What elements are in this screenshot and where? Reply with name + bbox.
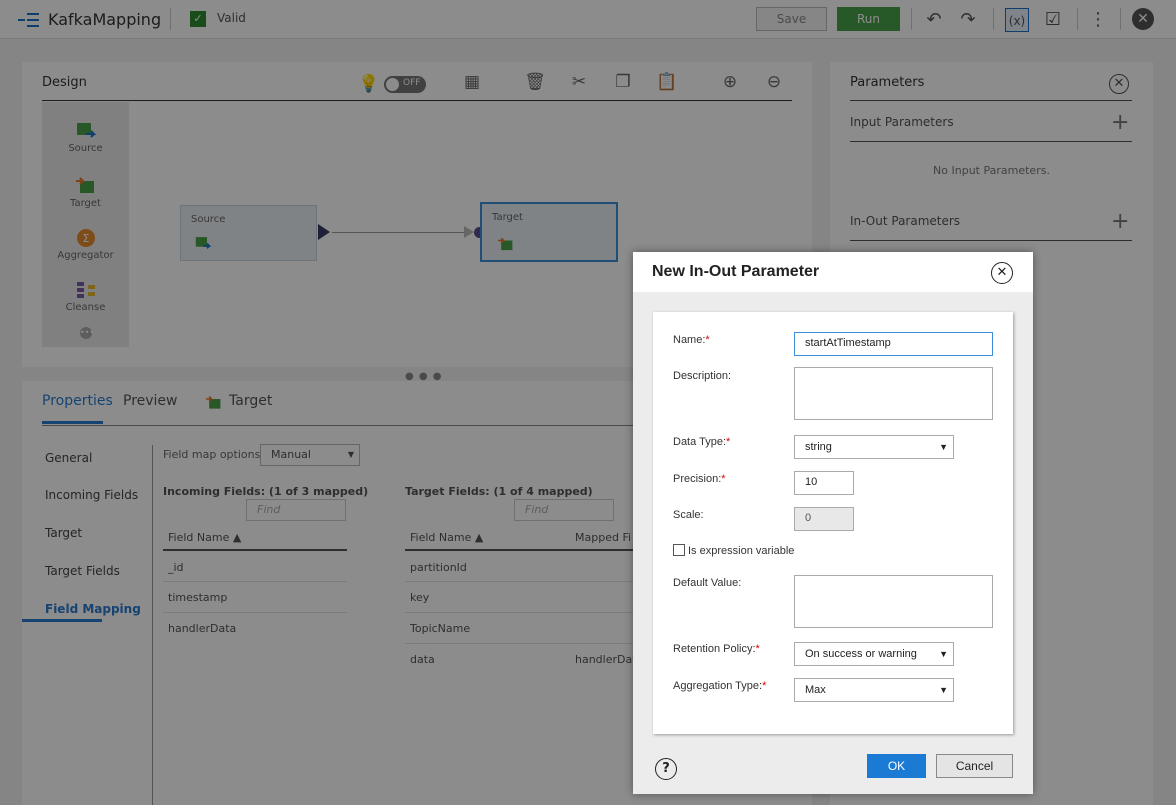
chevron-down-icon: ▼ [939, 649, 948, 659]
data-type-label: Data Type:* [673, 436, 731, 448]
data-type-select[interactable]: string ▼ [794, 435, 954, 459]
close-icon[interactable]: ✕ [991, 262, 1013, 284]
description-label: Description: [673, 370, 732, 382]
chevron-down-icon: ▼ [939, 442, 948, 452]
retention-policy-label: Retention Policy:* [673, 643, 760, 655]
required-mark: * [721, 473, 726, 485]
default-value-label: Default Value: [673, 577, 742, 589]
select-value: On success or warning [805, 648, 917, 660]
name-input[interactable]: startAtTimestamp [794, 332, 993, 356]
required-mark: * [755, 643, 760, 655]
description-textarea[interactable] [794, 367, 993, 420]
expression-variable-checkbox[interactable] [673, 544, 685, 556]
default-value-textarea[interactable] [794, 575, 993, 628]
parameter-form: Name:* startAtTimestamp Description: Dat… [653, 312, 1013, 734]
scale-input: 0 [794, 507, 854, 531]
cancel-button[interactable]: Cancel [936, 754, 1013, 778]
ok-button[interactable]: OK [867, 754, 926, 778]
aggregation-type-select[interactable]: Max ▼ [794, 678, 954, 702]
required-mark: * [726, 436, 731, 448]
required-mark: * [762, 680, 767, 692]
required-mark: * [705, 334, 710, 346]
new-inout-parameter-dialog: New In-Out Parameter ✕ Name:* startAtTim… [633, 252, 1033, 794]
select-value: string [805, 441, 832, 453]
aggregation-type-label: Aggregation Type:* [673, 680, 767, 692]
dialog-header: New In-Out Parameter ✕ [633, 252, 1033, 292]
expression-variable-label[interactable]: Is expression variable [688, 545, 794, 557]
chevron-down-icon: ▼ [939, 685, 948, 695]
select-value: Max [805, 684, 826, 696]
precision-label: Precision:* [673, 473, 726, 485]
scale-label: Scale: [673, 509, 704, 521]
dialog-title: New In-Out Parameter [652, 263, 820, 280]
name-label: Name:* [673, 334, 710, 346]
retention-policy-select[interactable]: On success or warning ▼ [794, 642, 954, 666]
help-icon[interactable]: ? [655, 758, 677, 780]
precision-input[interactable]: 10 [794, 471, 854, 495]
